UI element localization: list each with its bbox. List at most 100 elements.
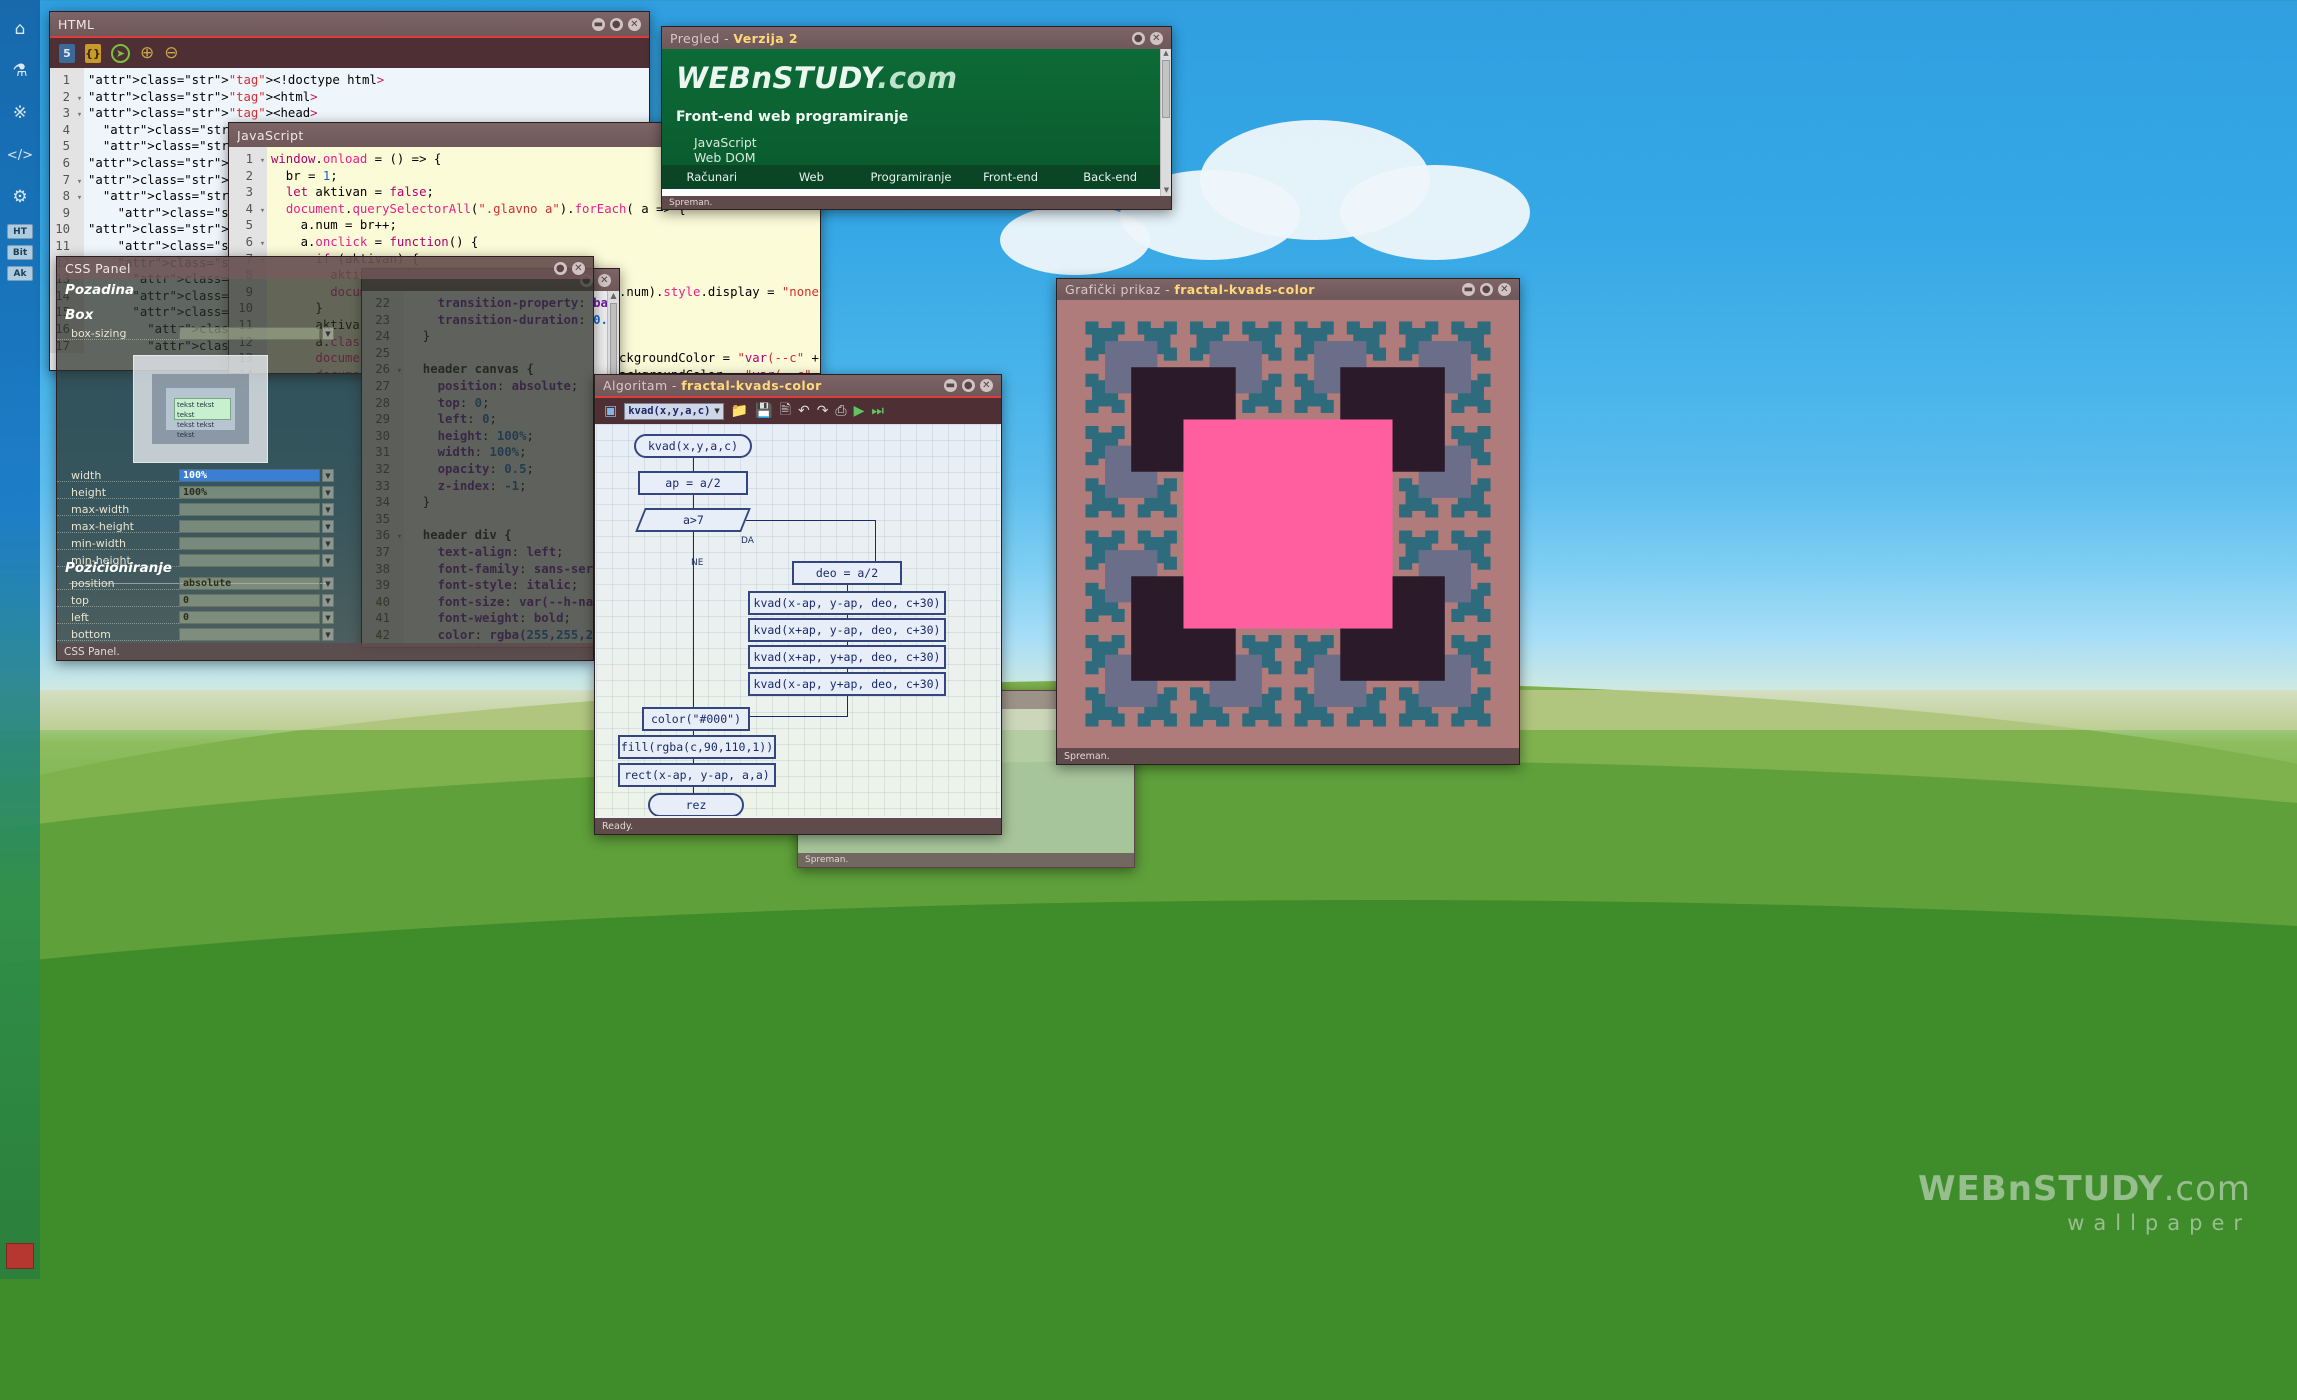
preview-nav-frontend[interactable]: Front-end — [961, 165, 1061, 189]
flowchart-canvas[interactable]: kvad(x,y,a,c) ap = a/2 a>7 deo = a/2 kvad(x-… — [596, 424, 1000, 816]
scrollbar-preview[interactable]: ▲ ▼ — [1160, 49, 1171, 196]
css-value[interactable] — [179, 520, 320, 533]
redo-icon[interactable]: ↷ — [817, 403, 829, 419]
left-dock[interactable]: ⌂ ⚗ ※ </> ⚙ HT Bit Ak — [0, 0, 40, 1279]
dock-tag-bit[interactable]: Bit — [7, 245, 33, 260]
toolbar-html[interactable]: 5 {} ➤ ⊕ ⊖ — [50, 38, 649, 68]
fold-toggle-icon[interactable]: ▾ — [75, 174, 84, 191]
print-icon[interactable]: ⎙ — [835, 403, 846, 419]
maximize-icon[interactable]: ● — [554, 261, 567, 275]
chevron-down-icon[interactable]: ▼ — [322, 327, 334, 340]
chevron-down-icon[interactable]: ▼ — [714, 407, 719, 415]
fold-toggle-icon[interactable]: ▾ — [258, 203, 267, 220]
chevron-down-icon[interactable]: ▼ — [322, 469, 334, 482]
save-icon[interactable]: 💾 — [755, 403, 772, 419]
chevron-down-icon[interactable]: ▼ — [322, 503, 334, 516]
dock-quit-button[interactable] — [6, 1243, 34, 1269]
zoom-in-icon[interactable]: ⊕ — [140, 43, 154, 63]
chevron-down-icon[interactable]: ▼ — [322, 486, 334, 499]
undo-icon[interactable]: ↶ — [798, 403, 810, 419]
open-folder-icon[interactable]: 📁 — [731, 403, 748, 419]
chevron-down-icon[interactable]: ▼ — [322, 537, 334, 550]
css-row[interactable]: height 100% ▼ — [57, 486, 334, 499]
css-row[interactable]: left 0 ▼ — [57, 611, 334, 624]
css-value[interactable] — [179, 628, 320, 641]
flowchart-node-cond[interactable]: a>7 — [635, 508, 751, 532]
chevron-down-icon[interactable]: ▼ — [322, 594, 334, 607]
css-row[interactable]: top 0 ▼ — [57, 594, 334, 607]
export-icon[interactable]: 🖹 — [780, 399, 791, 423]
preview-nav-backend[interactable]: Back-end — [1060, 165, 1160, 189]
preview-viewport[interactable]: WEBnSTUDY.com Front-end web programiranj… — [662, 49, 1160, 196]
preview-list-item-1[interactable]: Web DOM — [676, 150, 1146, 165]
maximize-icon[interactable]: ● — [962, 379, 975, 392]
chevron-down-icon[interactable]: ▼ — [322, 628, 334, 641]
chevron-down-icon[interactable]: ▼ — [322, 520, 334, 533]
fold-toggle-icon[interactable]: ▾ — [258, 236, 267, 253]
flowchart-node-rect[interactable]: rect(x-ap, y-ap, a,a) — [618, 763, 776, 787]
run-arrow-icon[interactable]: ➤ — [111, 43, 130, 63]
braces-icon[interactable]: {} — [85, 43, 101, 63]
chevron-down-icon[interactable]: ▼ — [322, 577, 334, 590]
titlebar-html[interactable]: HTML ▬ ● ✕ — [50, 12, 649, 36]
maximize-icon[interactable]: ● — [1480, 283, 1493, 296]
code-icon[interactable]: </> — [0, 134, 40, 176]
maximize-icon[interactable]: ● — [1132, 31, 1145, 45]
flowchart-node-end[interactable]: rez — [648, 793, 744, 816]
css-row[interactable]: width 100% ▼ — [57, 469, 334, 482]
titlebar-fractal[interactable]: Grafički prikaz - fractal-kvads-color ▬ … — [1057, 279, 1519, 300]
flowchart-node-deo[interactable]: deo = a/2 — [792, 561, 902, 585]
css-value[interactable] — [179, 503, 320, 516]
minimize-icon[interactable]: ▬ — [944, 379, 957, 392]
css-value[interactable]: 100% — [179, 486, 320, 499]
scroll-up-icon[interactable]: ▲ — [1161, 49, 1171, 59]
flowchart-node-fill[interactable]: fill(rgba(c,90,110,1)) — [618, 735, 776, 759]
flowchart-node-color[interactable]: color("#000") — [642, 707, 750, 731]
home-icon[interactable]: ⌂ — [0, 8, 40, 50]
fold-toggle-icon[interactable]: ▾ — [258, 153, 267, 170]
window-preview[interactable]: Pregled - Verzija 2 ● ✕ WEBnSTUDY.com Fr… — [661, 26, 1172, 210]
window-buttons-preview[interactable]: ● ✕ — [1132, 31, 1163, 45]
scroll-up-icon[interactable]: ▲ — [608, 291, 619, 301]
window-css-panel[interactable]: CSS Panel ● ✕ Pozadina Box box-sizing ▼ … — [56, 256, 594, 661]
flowchart-node-r3[interactable]: kvad(x+ap, y+ap, deo, c+30) — [748, 645, 946, 669]
titlebar-css-panel[interactable]: CSS Panel ● ✕ — [57, 257, 593, 279]
close-icon[interactable]: ✕ — [572, 261, 585, 275]
window-buttons-css-panel[interactable]: ● ✕ — [554, 261, 585, 275]
toolbar-algorithm[interactable]: ▣ kvad(x,y,a,c) ▼ 📁 💾 🖹 ↶ ↷ ⎙ ▶ ⏭ — [595, 398, 1001, 424]
minimize-icon[interactable]: ▬ — [1462, 283, 1475, 296]
css-row[interactable]: position absolute ▼ — [57, 577, 334, 590]
preview-nav-programiranje[interactable]: Programiranje — [861, 165, 961, 189]
flowchart-node-r1[interactable]: kvad(x-ap, y-ap, deo, c+30) — [748, 591, 946, 615]
fractal-canvas[interactable] — [1061, 303, 1515, 746]
dock-tag-ht[interactable]: HT — [7, 224, 33, 239]
run-icon[interactable]: ▶ — [854, 403, 865, 419]
css-value[interactable]: 100% — [179, 469, 320, 482]
window-buttons-html[interactable]: ▬ ● ✕ — [592, 17, 641, 31]
flowchart-node-r2[interactable]: kvad(x+ap, y-ap, deo, c+30) — [748, 618, 946, 642]
step-icon[interactable]: ⏭ — [871, 403, 884, 419]
flowchart-node-ap[interactable]: ap = a/2 — [638, 471, 748, 495]
function-select[interactable]: kvad(x,y,a,c) ▼ — [624, 402, 724, 420]
dock-tag-ak[interactable]: Ak — [7, 266, 33, 281]
close-icon[interactable]: ✕ — [598, 273, 611, 287]
close-icon[interactable]: ✕ — [628, 17, 641, 31]
scroll-thumb[interactable] — [1162, 60, 1170, 118]
preview-nav[interactable]: Računari Web Programiranje Front-end Bac… — [662, 165, 1160, 189]
css-value-box-sizing[interactable] — [179, 327, 320, 340]
css-row[interactable]: max-width ▼ — [57, 503, 334, 516]
new-diagram-icon[interactable]: ▣ — [604, 403, 617, 419]
zoom-out-icon[interactable]: ⊖ — [164, 43, 178, 63]
network-icon[interactable]: ※ — [0, 92, 40, 134]
css-row[interactable]: bottom ▼ — [57, 628, 334, 641]
flowchart-node-r4[interactable]: kvad(x-ap, y+ap, deo, c+30) — [748, 672, 946, 696]
titlebar-preview[interactable]: Pregled - Verzija 2 ● ✕ — [662, 27, 1171, 49]
gear-icon[interactable]: ⚙ — [0, 176, 40, 218]
close-icon[interactable]: ✕ — [1498, 283, 1511, 296]
css-value[interactable]: 0 — [179, 611, 320, 624]
fold-toggle-icon[interactable]: ▾ — [75, 190, 84, 207]
close-icon[interactable]: ✕ — [980, 379, 993, 392]
chevron-down-icon[interactable]: ▼ — [322, 554, 334, 567]
window-algorithm[interactable]: Algoritam - fractal-kvads-color ▬ ● ✕ ▣ … — [594, 374, 1002, 835]
chevron-down-icon[interactable]: ▼ — [322, 611, 334, 624]
